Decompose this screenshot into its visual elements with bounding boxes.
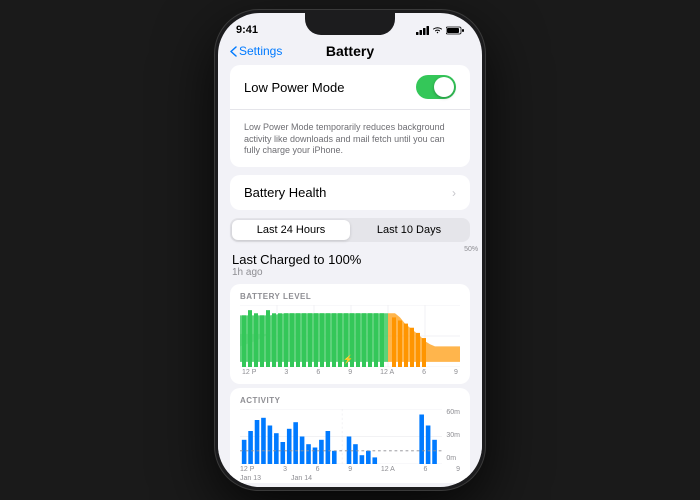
act-x-12a: 12 A xyxy=(381,466,395,473)
svg-text:⚡: ⚡ xyxy=(343,354,353,365)
low-power-row: Low Power Mode xyxy=(230,65,470,110)
phone-frame: 9:41 xyxy=(215,10,485,490)
battery-health-card[interactable]: Battery Health › xyxy=(230,175,470,210)
last-charged-title: Last Charged to 100% xyxy=(232,252,468,267)
date-jan13: Jan 13 xyxy=(240,475,261,482)
y-label-0: 0% xyxy=(464,478,482,483)
x-label-9a: 9 xyxy=(454,369,458,376)
battery-level-label: BATTERY LEVEL xyxy=(240,292,460,301)
date-jan14: Jan 14 xyxy=(291,475,312,482)
battery-health-label: Battery Health xyxy=(244,185,326,200)
battery-icon xyxy=(446,26,464,35)
activity-y-labels: 60m 30m 0m xyxy=(446,409,460,464)
activity-y-0m: 0m xyxy=(446,455,460,462)
battery-x-labels: 12 P 3 6 9 12 A 6 9 xyxy=(240,369,460,376)
nav-bar: Settings Battery xyxy=(218,41,482,65)
low-power-description: Low Power Mode temporarily reduces backg… xyxy=(244,122,456,157)
activity-label: ACTIVITY xyxy=(240,396,460,405)
time-tabs: Last 24 Hours Last 10 Days xyxy=(230,218,470,242)
status-icons xyxy=(416,26,464,35)
battery-health-row[interactable]: Battery Health › xyxy=(230,175,470,210)
low-power-text: Low Power Mode xyxy=(244,80,344,95)
back-chevron-icon xyxy=(230,46,237,57)
battery-y-labels: 100% 50% 0% xyxy=(464,65,482,483)
act-x-9a: 9 xyxy=(456,466,460,473)
battery-svg: ⚡ xyxy=(240,305,460,367)
toggle-knob xyxy=(434,77,454,97)
activity-x-labels: 12 P 3 6 9 12 A 6 9 xyxy=(240,466,460,473)
act-x-6a: 6 xyxy=(424,466,428,473)
notch xyxy=(305,13,395,35)
last-charged-when: 1h ago xyxy=(232,267,468,278)
low-power-description-row: Low Power Mode temporarily reduces backg… xyxy=(230,110,470,167)
nav-back-button[interactable]: Settings xyxy=(230,44,282,58)
x-label-3: 3 xyxy=(284,369,288,376)
tab-10d[interactable]: Last 10 Days xyxy=(350,220,468,240)
activity-y-30m: 30m xyxy=(446,432,460,439)
act-x-9: 9 xyxy=(348,466,352,473)
x-label-12a: 12 A xyxy=(380,369,394,376)
activity-dates: Jan 13 Jan 14 xyxy=(240,475,460,482)
tab-24h[interactable]: Last 24 Hours xyxy=(232,220,350,240)
low-power-toggle[interactable] xyxy=(416,75,456,99)
x-label-6a: 6 xyxy=(422,369,426,376)
y-label-50: 50% xyxy=(464,246,482,253)
signal-icon xyxy=(416,26,429,35)
activity-chart xyxy=(240,409,442,464)
act-x-12p: 12 P xyxy=(240,466,254,473)
content-area: Low Power Mode Low Power Mode temporaril… xyxy=(218,65,482,483)
low-power-card: Low Power Mode Low Power Mode temporaril… xyxy=(230,65,470,167)
battery-level-chart: ⚡ xyxy=(240,305,460,367)
nav-back-label: Settings xyxy=(239,44,282,58)
act-x-6: 6 xyxy=(316,466,320,473)
last-charged-section: Last Charged to 100% 1h ago xyxy=(218,248,482,280)
x-label-9: 9 xyxy=(348,369,352,376)
chevron-right-icon: › xyxy=(452,186,456,200)
x-label-6: 6 xyxy=(316,369,320,376)
low-power-label: Low Power Mode xyxy=(244,80,344,95)
activity-section: ACTIVITY xyxy=(230,388,470,483)
status-time: 9:41 xyxy=(236,24,258,36)
wifi-icon xyxy=(432,26,443,34)
phone-screen: 9:41 xyxy=(218,13,482,487)
nav-title: Battery xyxy=(326,43,374,59)
x-label-12p: 12 P xyxy=(242,369,256,376)
battery-level-section: BATTERY LEVEL xyxy=(230,284,470,384)
activity-y-60m: 60m xyxy=(446,409,460,416)
act-x-3: 3 xyxy=(283,466,287,473)
activity-svg xyxy=(240,409,442,464)
